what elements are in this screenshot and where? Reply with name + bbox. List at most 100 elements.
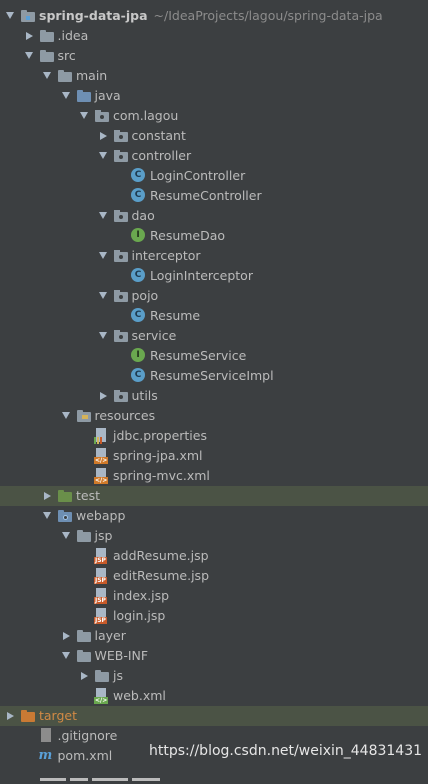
tree-item[interactable]: pojo (0, 286, 428, 306)
chevron-down-icon[interactable] (61, 532, 70, 539)
tree-item[interactable]: webapp (0, 506, 428, 526)
package-icon (113, 389, 129, 403)
tree-item[interactable]: constant (0, 126, 428, 146)
interface-icon: I (131, 228, 145, 242)
tree-item[interactable]: resources (0, 406, 428, 426)
excluded-folder-icon (20, 709, 36, 723)
tree-item[interactable]: utils (0, 386, 428, 406)
project-tree: spring-data-jpa ~/IdeaProjects/lagou/spri… (0, 0, 428, 773)
tree-item-label: test (76, 488, 101, 503)
tree-item[interactable]: jdbc.properties (0, 426, 428, 446)
tree-item-label: ResumeService (150, 348, 247, 363)
tree-item[interactable]: .idea (0, 26, 428, 46)
tree-item[interactable]: </> spring-mvc.xml (0, 466, 428, 486)
tree-item[interactable]: C ResumeController (0, 186, 428, 206)
class-icon: C (131, 368, 145, 382)
tree-root-row[interactable]: spring-data-jpa ~/IdeaProjects/lagou/spri… (0, 6, 428, 26)
tree-item-label: index.jsp (113, 588, 170, 603)
chevron-down-icon[interactable] (98, 212, 107, 219)
chevron-down-icon[interactable] (43, 512, 51, 519)
chevron-down-icon[interactable] (24, 52, 33, 59)
resources-folder-icon (76, 409, 92, 423)
chevron-right-icon[interactable] (81, 672, 88, 680)
chevron-down-icon[interactable] (98, 292, 107, 299)
chevron-down-icon[interactable] (61, 92, 70, 99)
package-icon (94, 109, 110, 123)
chevron-down-icon[interactable] (98, 152, 107, 159)
chevron-down-icon[interactable] (6, 12, 14, 19)
watermark: https://blog.csdn.net/weixin_44831431 (149, 743, 423, 759)
class-icon: C (131, 168, 145, 182)
tree-item[interactable]: C ResumeServiceImpl (0, 366, 428, 386)
tree-item[interactable]: service (0, 326, 428, 346)
chevron-right-icon[interactable] (7, 712, 14, 720)
tree-item[interactable]: main (0, 66, 428, 86)
jsp-file-icon: JSP (94, 568, 108, 584)
tree-item[interactable]: test (0, 486, 428, 506)
tree-item-label: spring-jpa.xml (113, 448, 203, 463)
tree-item[interactable]: C LoginInterceptor (0, 266, 428, 286)
tree-item-label: LoginInterceptor (150, 268, 253, 283)
chevron-down-icon[interactable] (61, 412, 70, 419)
tree-item-label: Resume (150, 308, 201, 323)
jsp-file-icon: JSP (94, 608, 108, 624)
tree-item-label: LoginController (150, 168, 246, 183)
tree-item[interactable]: dao (0, 206, 428, 226)
folder-icon (76, 529, 92, 543)
tree-item-label: layer (94, 628, 126, 643)
package-icon (113, 289, 129, 303)
tree-item[interactable]: java (0, 86, 428, 106)
tree-item-label: login.jsp (113, 608, 166, 623)
cut-off-row (40, 769, 180, 781)
tree-item[interactable]: I ResumeService (0, 346, 428, 366)
tree-item[interactable]: interceptor (0, 246, 428, 266)
tree-item[interactable]: </> web.xml (0, 686, 428, 706)
package-icon (113, 329, 129, 343)
tree-item[interactable]: jsp (0, 526, 428, 546)
tree-item[interactable]: C Resume (0, 306, 428, 326)
tree-item-label: ResumeDao (150, 228, 226, 243)
chevron-down-icon[interactable] (43, 72, 51, 79)
tree-item-label: ResumeServiceImpl (150, 368, 274, 383)
tree-item[interactable]: I ResumeDao (0, 226, 428, 246)
chevron-down-icon[interactable] (61, 652, 70, 659)
tree-item[interactable]: layer (0, 626, 428, 646)
chevron-right-icon[interactable] (99, 392, 107, 400)
chevron-right-icon[interactable] (44, 492, 51, 500)
chevron-right-icon[interactable] (25, 32, 33, 40)
tree-item[interactable]: js (0, 666, 428, 686)
chevron-down-icon[interactable] (80, 112, 88, 119)
tree-item[interactable]: target (0, 706, 428, 726)
tree-item[interactable]: JSP addResume.jsp (0, 546, 428, 566)
jsp-file-icon: JSP (94, 548, 108, 564)
tree-item-label: utils (131, 388, 158, 403)
chevron-right-icon[interactable] (99, 132, 107, 140)
package-icon (113, 149, 129, 163)
tree-item[interactable]: C LoginController (0, 166, 428, 186)
tree-item-label: resources (94, 408, 156, 423)
folder-icon (39, 29, 55, 43)
chevron-down-icon[interactable] (98, 252, 107, 259)
tree-item[interactable]: </> spring-jpa.xml (0, 446, 428, 466)
folder-icon (94, 669, 110, 683)
tree-item[interactable]: JSP login.jsp (0, 606, 428, 626)
spring-xml-file-icon: </> (94, 468, 109, 484)
tree-item[interactable]: WEB-INF (0, 646, 428, 666)
tree-item-label: jsp (94, 528, 113, 543)
class-icon: C (131, 308, 145, 322)
module-folder-icon (20, 9, 36, 23)
tree-item[interactable]: controller (0, 146, 428, 166)
package-icon (113, 209, 129, 223)
tree-item-label: target (39, 708, 78, 723)
tree-item[interactable]: src (0, 46, 428, 66)
chevron-right-icon[interactable] (62, 632, 70, 640)
tree-item-label: main (76, 68, 108, 83)
tree-item[interactable]: com.lagou (0, 106, 428, 126)
chevron-down-icon[interactable] (98, 332, 107, 339)
tree-item-label: pom.xml (57, 748, 113, 763)
interface-icon: I (131, 348, 145, 362)
tree-item[interactable]: JSP editResume.jsp (0, 566, 428, 586)
maven-pom-icon: m (38, 748, 53, 763)
tree-item[interactable]: JSP index.jsp (0, 586, 428, 606)
tree-item-label: pojo (131, 288, 159, 303)
